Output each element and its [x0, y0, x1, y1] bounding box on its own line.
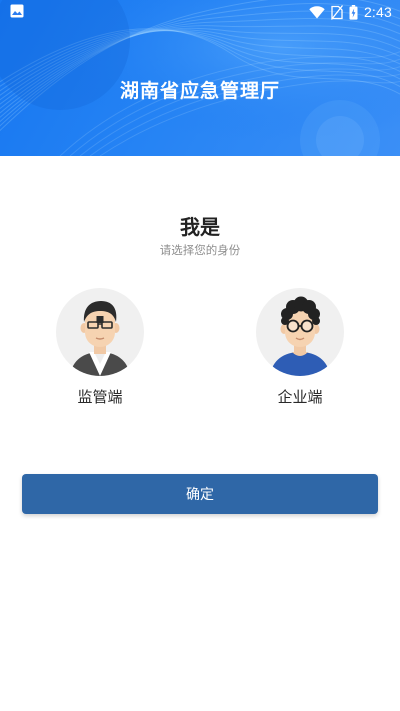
role-option-enterprise[interactable]: 企业端: [240, 288, 360, 407]
identity-heading: 我是: [180, 215, 220, 239]
battery-charging-icon: [349, 4, 358, 20]
confirm-button[interactable]: 确定: [22, 474, 378, 514]
gallery-icon: [10, 4, 24, 18]
identity-subheading: 请选择您的身份: [159, 243, 241, 257]
wifi-icon: [309, 5, 325, 18]
supervisor-avatar-icon: [56, 288, 144, 376]
role-option-regulator[interactable]: 监管端: [40, 288, 160, 407]
page-title: 湖南省应急管理厅: [119, 80, 280, 102]
identity-selection-screen: 湖南省应急管理厅 2:43 我是 请选择您的身份 监管端 企业端 确定: [0, 0, 400, 711]
role-label-enterprise: 企业端: [277, 388, 323, 406]
clock-time: 2:43: [363, 4, 392, 20]
status-bar: 2:43: [0, 0, 400, 24]
status-icons: 2:43: [309, 2, 392, 22]
role-label-regulator: 监管端: [77, 388, 123, 406]
no-sim-icon: [330, 4, 343, 20]
enterprise-avatar-icon: [256, 288, 344, 376]
